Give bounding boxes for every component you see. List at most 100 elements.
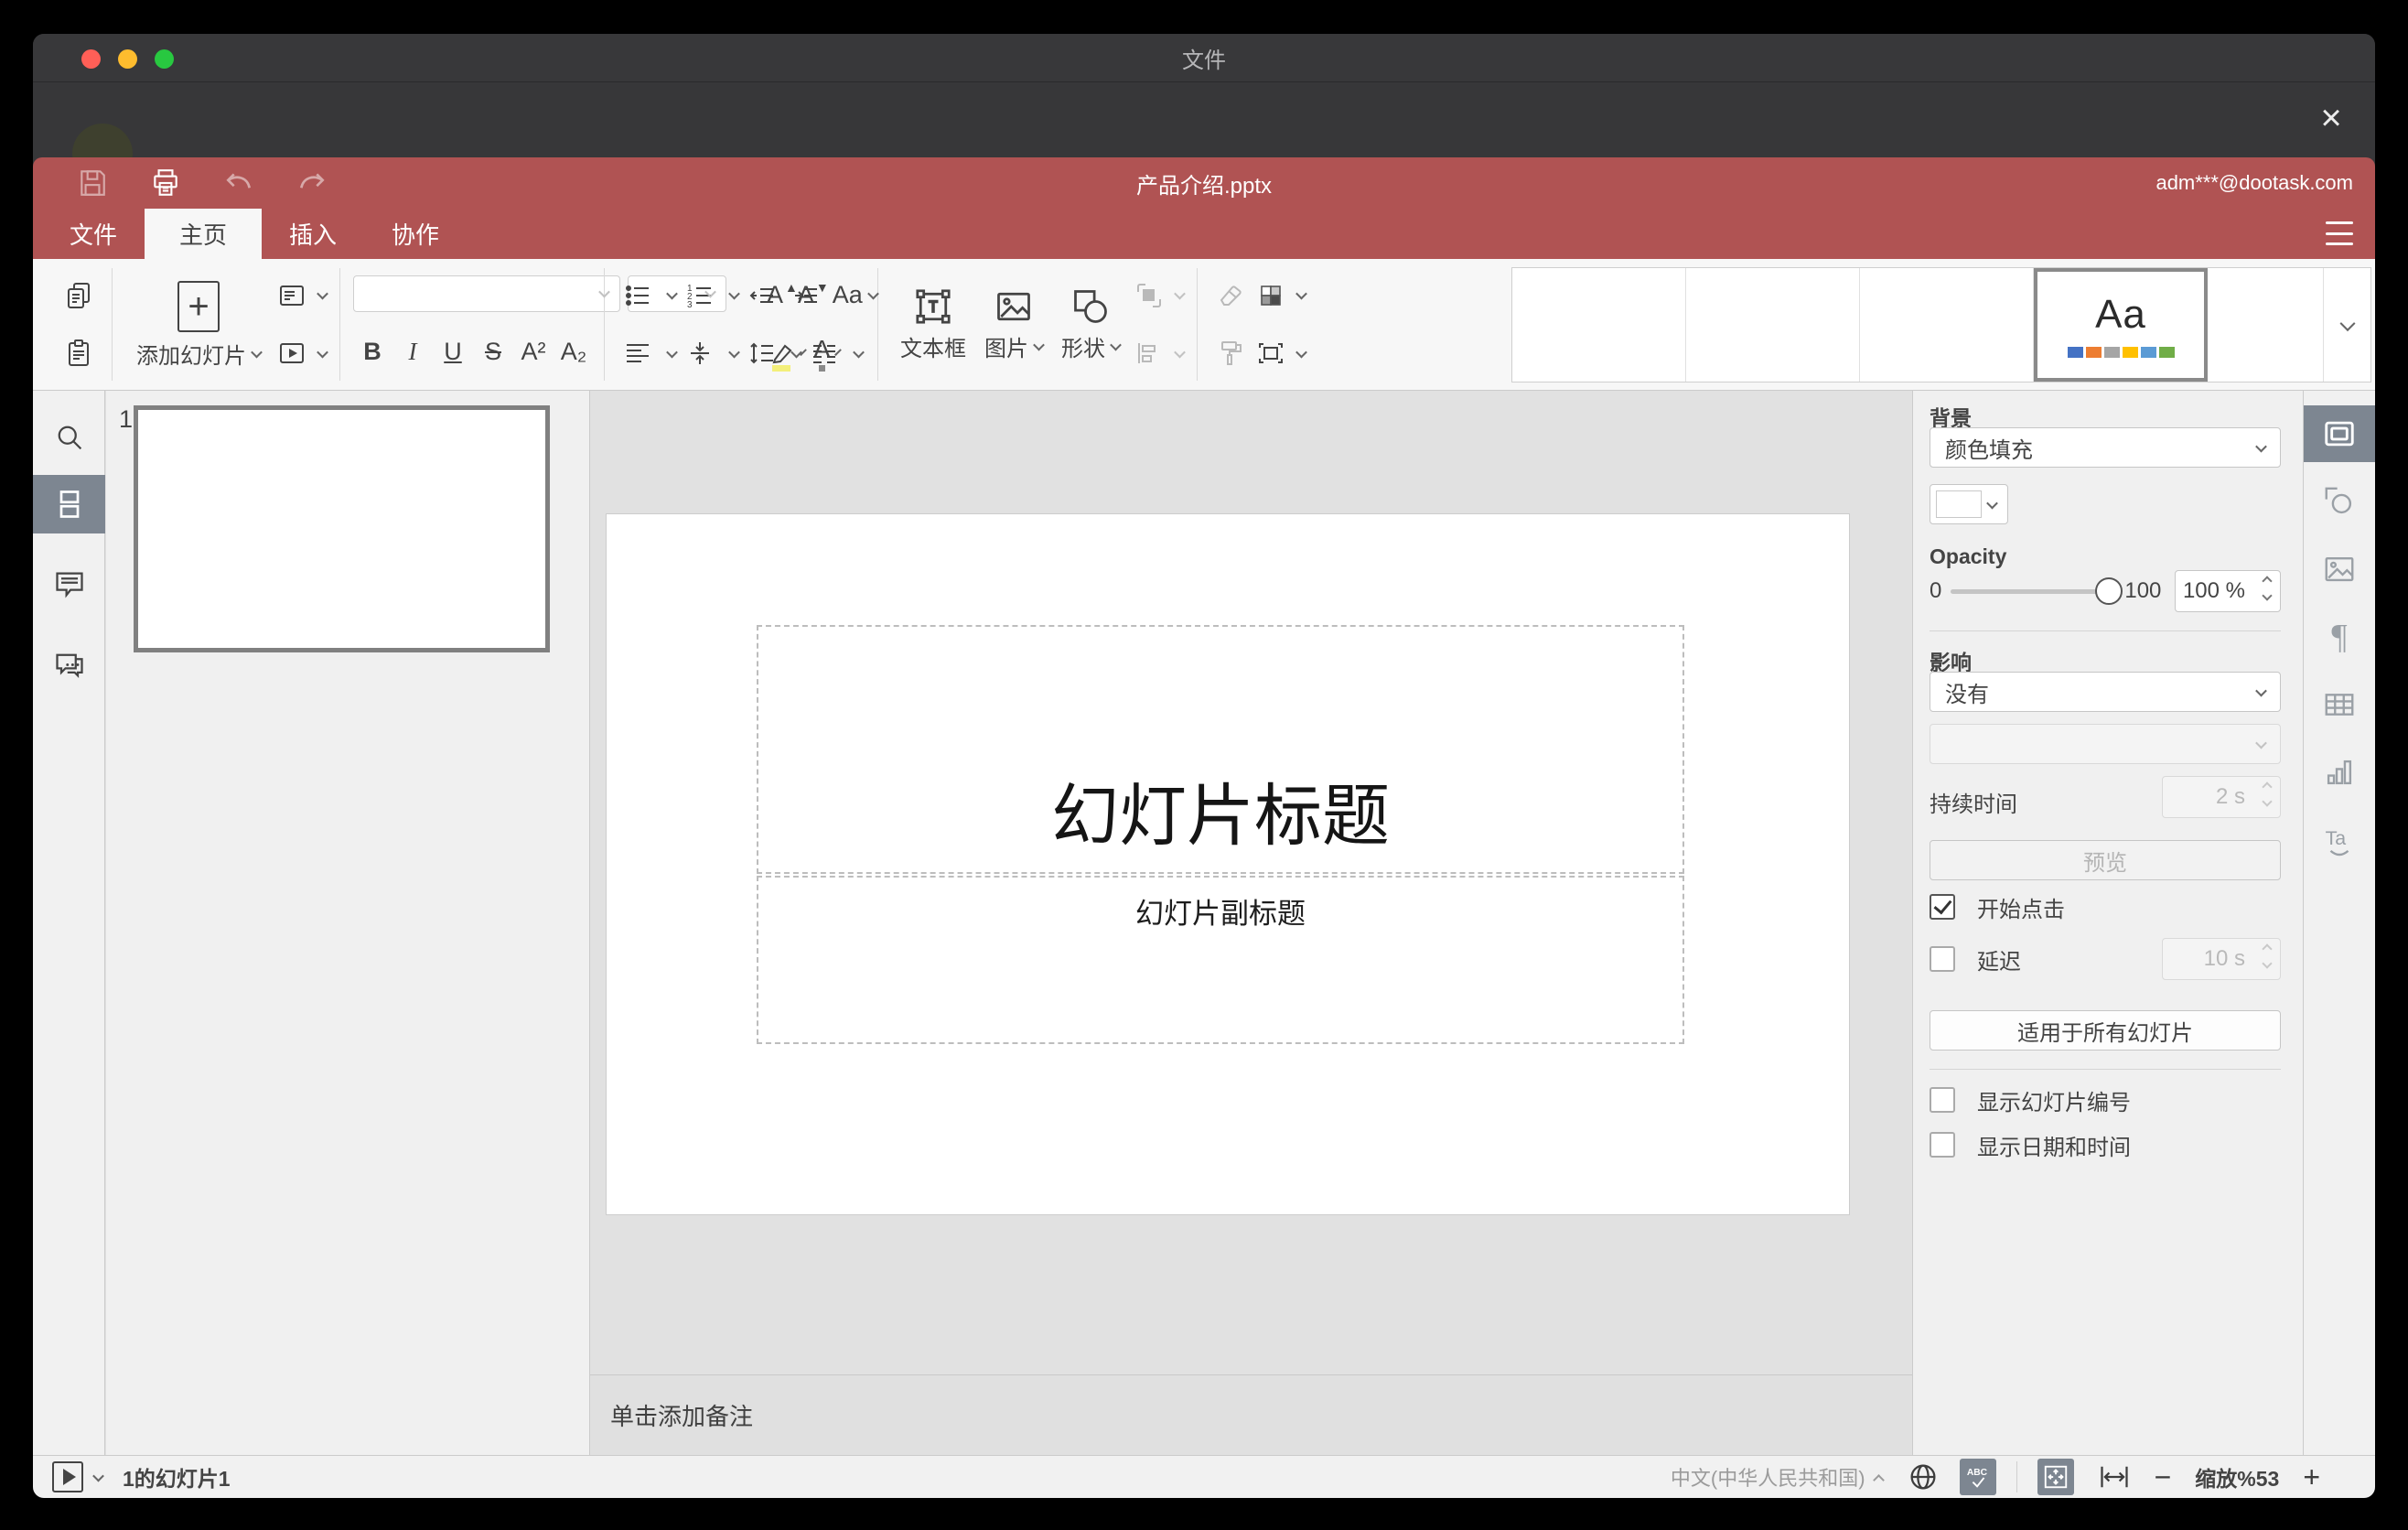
fill-color-picker[interactable] (1930, 484, 2008, 524)
search-icon[interactable] (33, 411, 105, 464)
color-scheme-icon[interactable] (1251, 274, 1291, 318)
theme-color (2067, 347, 2083, 358)
arrange-shape-icon[interactable] (1129, 274, 1169, 318)
add-slide-icon: + (177, 281, 220, 332)
text-box-icon (916, 289, 951, 324)
notes-area[interactable]: 单击添加备注 (590, 1374, 1912, 1455)
opacity-slider-knob[interactable] (2095, 577, 2123, 605)
slide-settings-icon[interactable] (2303, 405, 2375, 462)
delay-value: 10 s (2203, 946, 2245, 971)
theme-tile[interactable] (1512, 268, 1686, 382)
svg-text:ABC: ABC (1966, 1468, 1987, 1478)
numbering-icon[interactable]: 123 (680, 274, 720, 318)
app-header-dark: × (33, 83, 2375, 184)
editor-header: 产品介绍.pptx adm***@dootask.com 文件 主页 插入 协作 (33, 157, 2375, 259)
show-slide-number-checkbox[interactable] (1930, 1087, 1955, 1113)
delay-spinner: 10 s (2162, 938, 2281, 980)
theme-tile[interactable] (1686, 268, 1860, 382)
paste-icon[interactable] (59, 331, 99, 375)
tab-file[interactable]: 文件 (33, 209, 145, 259)
add-slide-button[interactable]: + 添加幻灯片 (125, 259, 272, 390)
slide-counter: 1的幻灯片1 (123, 1467, 231, 1491)
undo-icon[interactable] (223, 167, 254, 199)
slide-layout-icon[interactable] (272, 274, 312, 318)
close-icon[interactable]: × (2311, 98, 2351, 138)
save-icon[interactable] (77, 167, 108, 199)
font-color-icon[interactable]: A (813, 331, 831, 375)
bullets-icon[interactable] (618, 274, 658, 318)
apply-to-all-button[interactable]: 适用于所有幻灯片 (1930, 1010, 2281, 1051)
theme-tile[interactable] (2208, 268, 2323, 382)
theme-color (2158, 347, 2175, 358)
opacity-slider-track[interactable] (1951, 588, 2100, 594)
language-label[interactable]: 中文(中华人民共和国) (1671, 1462, 1865, 1492)
show-date-time-checkbox[interactable] (1930, 1132, 1955, 1158)
vertical-align-icon[interactable] (680, 331, 720, 375)
delay-checkbox[interactable] (1930, 946, 1955, 972)
right-settings-strip: ¶ Ta (2303, 391, 2375, 1455)
opacity-spinner[interactable]: 100 % (2175, 570, 2281, 612)
zoom-in-icon[interactable]: + (2303, 1460, 2320, 1494)
print-icon[interactable] (150, 167, 181, 199)
increase-indent-icon[interactable] (786, 274, 826, 318)
theme-color (2122, 347, 2138, 358)
theme-preview-text: Aa (2095, 292, 2146, 337)
tab-insert[interactable]: 插入 (262, 209, 364, 259)
theme-tile[interactable] (1860, 268, 2034, 382)
effect-type-select (1930, 724, 2281, 764)
background-fill-select[interactable]: 颜色填充 (1930, 427, 2281, 468)
start-slideshow-icon[interactable] (272, 331, 312, 375)
app-window: 文件 × 产品介绍.pptx adm***@dootask.com 文件 主页 (33, 34, 2375, 1498)
textart-settings-icon[interactable]: Ta (2304, 812, 2376, 868)
preview-button-label: 预览 (2083, 850, 2127, 876)
slide-canvas[interactable]: 幻灯片标题 幻灯片副标题 (590, 391, 1912, 1374)
slide-thumbnail[interactable] (134, 405, 550, 652)
effect-select[interactable]: 没有 (1930, 672, 2281, 712)
subtitle-placeholder[interactable]: 幻灯片副标题 (757, 876, 1684, 1044)
chart-settings-icon[interactable] (2304, 744, 2376, 801)
slide-size-icon[interactable] (1251, 331, 1291, 375)
clear-style-icon[interactable] (1210, 274, 1251, 318)
align-shape-icon[interactable] (1129, 331, 1169, 375)
hamburger-menu-icon[interactable] (2326, 221, 2353, 245)
title-placeholder-text: 幻灯片标题 (1051, 778, 1390, 854)
image-button[interactable]: 图片 (975, 259, 1052, 390)
theme-tile-selected[interactable]: Aa (2034, 268, 2208, 382)
table-settings-icon[interactable] (2304, 676, 2376, 733)
fit-to-slide-icon[interactable] (2037, 1459, 2074, 1495)
gallery-expand-icon[interactable] (2323, 268, 2370, 382)
start-on-click-checkbox[interactable] (1930, 894, 1955, 920)
apply-to-all-label: 适用于所有幻灯片 (2017, 1020, 2193, 1046)
user-email: adm***@dootask.com (2155, 171, 2353, 194)
text-box-button[interactable]: 文本框 (891, 259, 975, 390)
zoom-out-icon[interactable]: − (2155, 1460, 2172, 1494)
shape-button[interactable]: 形状 (1052, 259, 1129, 390)
start-slideshow-status-icon[interactable] (52, 1461, 83, 1492)
copy-style-icon[interactable] (1210, 331, 1251, 375)
fit-to-width-icon[interactable] (2098, 1460, 2131, 1493)
copy-icon[interactable] (59, 274, 99, 318)
set-language-globe-icon[interactable] (1907, 1460, 1940, 1493)
zoom-level: 缩放%53 (2195, 1467, 2280, 1491)
ribbon-tabs: 文件 主页 插入 协作 (33, 209, 2375, 259)
comments-icon[interactable] (33, 555, 105, 614)
background-fill-value: 颜色填充 (1945, 437, 2033, 463)
traffic-light-minimize[interactable] (118, 49, 137, 69)
redo-icon[interactable] (296, 167, 328, 199)
tab-collaboration[interactable]: 协作 (364, 209, 467, 259)
macos-titlebar: 文件 (33, 34, 2375, 82)
title-placeholder[interactable]: 幻灯片标题 (757, 625, 1684, 874)
decrease-indent-icon[interactable] (742, 274, 782, 318)
slide[interactable]: 幻灯片标题 幻灯片副标题 (607, 514, 1849, 1214)
paragraph-settings-icon[interactable]: ¶ (2304, 609, 2376, 665)
duration-label: 持续时间 (1930, 792, 2017, 817)
image-settings-icon[interactable] (2304, 541, 2376, 598)
shape-settings-icon[interactable] (2304, 473, 2376, 530)
horizontal-align-icon[interactable] (618, 331, 658, 375)
traffic-light-close[interactable] (81, 49, 101, 69)
slides-panel-icon[interactable] (33, 475, 105, 533)
spellcheck-icon[interactable]: ABC (1959, 1459, 1996, 1495)
tab-home[interactable]: 主页 (145, 209, 263, 259)
chat-icon[interactable] (33, 636, 105, 695)
traffic-light-zoom[interactable] (155, 49, 174, 69)
